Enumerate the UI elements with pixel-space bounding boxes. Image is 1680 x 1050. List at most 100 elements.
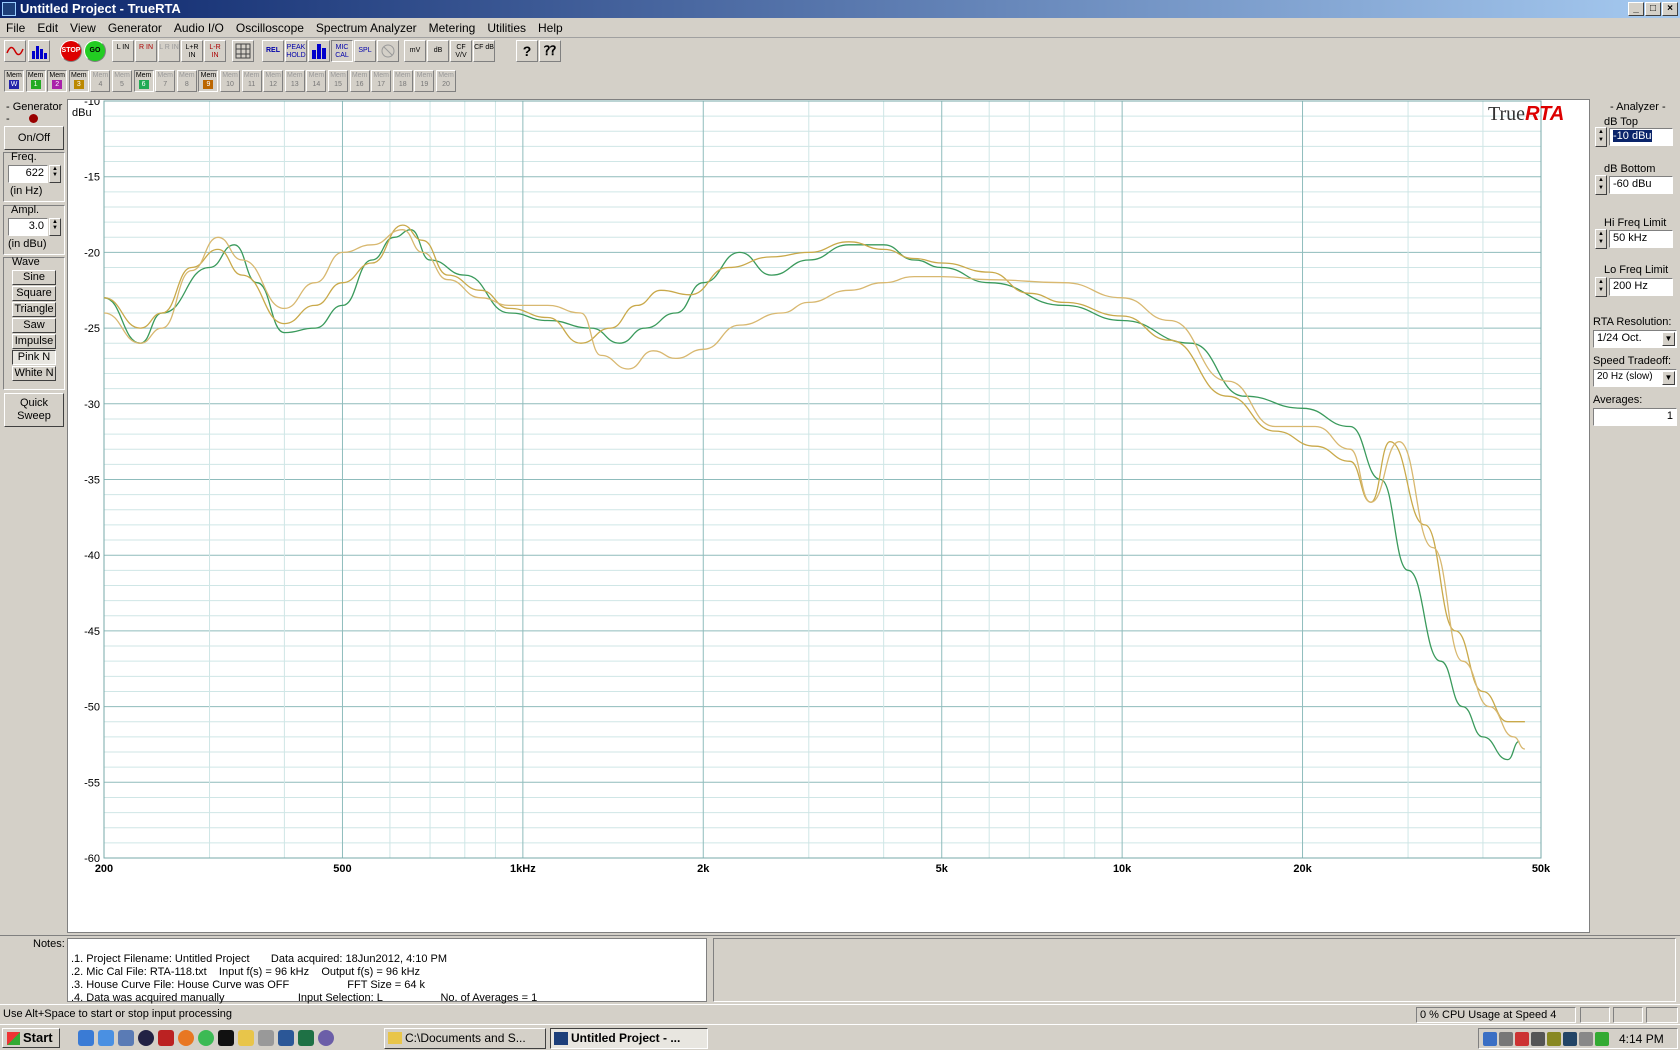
memory-slot-15-button[interactable]: Mem 15	[328, 70, 348, 92]
menu-edit[interactable]: Edit	[31, 18, 64, 35]
freq-spinner[interactable]: ▲ ▼	[49, 165, 61, 183]
ie-icon[interactable]	[78, 1030, 94, 1046]
help-icon[interactable]: ?	[516, 40, 538, 62]
memory-slot-1-button[interactable]: Mem 1	[25, 70, 46, 92]
word-icon[interactable]	[278, 1030, 294, 1046]
app-icon[interactable]	[158, 1030, 174, 1046]
wave-white-noise-button[interactable]: White N	[12, 366, 56, 381]
media-player-icon[interactable]	[138, 1030, 154, 1046]
generator-onoff-button[interactable]: On/Off	[4, 126, 64, 150]
menu-metering[interactable]: Metering	[423, 18, 482, 35]
clear-icon[interactable]	[377, 40, 399, 62]
explorer-icon[interactable]	[258, 1030, 274, 1046]
quick-sweep-button[interactable]: Quick Sweep	[4, 393, 64, 427]
chevron-down-icon[interactable]: ▼	[1662, 332, 1675, 346]
notes-textbox[interactable]: .1. Project Filename: Untitled Project D…	[67, 938, 707, 1004]
memory-slot-14-button[interactable]: Mem 14	[306, 70, 327, 92]
task-documents-folder[interactable]: C:\Documents and S...	[384, 1028, 546, 1049]
averages-input[interactable]: 1	[1593, 408, 1677, 426]
tray-security-icon[interactable]	[1515, 1032, 1529, 1046]
folder-icon[interactable]	[238, 1030, 254, 1046]
hi-freq-input[interactable]: 50 kHz	[1609, 230, 1673, 248]
lo-freq-input[interactable]: 200 Hz	[1609, 278, 1673, 296]
memory-slot-10-button[interactable]: Mem 10	[220, 70, 240, 92]
start-button[interactable]: Start	[2, 1028, 60, 1048]
memory-slot-9-button[interactable]: Mem 9	[198, 70, 219, 92]
lo-freq-spinner[interactable]: ▲ ▼	[1595, 277, 1607, 297]
memory-slot-7-button[interactable]: Mem 7	[155, 70, 176, 92]
lr-input-button[interactable]: L R IN	[158, 40, 180, 62]
menu-file[interactable]: File	[0, 18, 31, 35]
tray-settings-icon[interactable]	[1579, 1032, 1593, 1046]
memory-slot-12-button[interactable]: Mem 12	[263, 70, 284, 92]
hi-freq-spinner[interactable]: ▲ ▼	[1595, 229, 1607, 249]
menu-audio-io[interactable]: Audio I/O	[168, 18, 230, 35]
wave-triangle-button[interactable]: Triangle	[12, 302, 56, 317]
ie-alt-icon[interactable]	[98, 1030, 114, 1046]
tray-driver-icon[interactable]	[1563, 1032, 1577, 1046]
minimize-button[interactable]: _	[1628, 2, 1644, 16]
menu-help[interactable]: Help	[532, 18, 569, 35]
speed-tradeoff-select[interactable]: 20 Hz (slow) ▼	[1593, 369, 1677, 387]
db-bottom-spinner[interactable]: ▲ ▼	[1595, 175, 1607, 195]
memory-slot-11-button[interactable]: Mem 11	[241, 70, 262, 92]
db-top-input[interactable]: -10 dBu	[1609, 128, 1673, 146]
terminal-icon[interactable]	[218, 1030, 234, 1046]
wave-pink-noise-button[interactable]: Pink N	[12, 350, 56, 365]
l-minus-r-input-button[interactable]: L-R IN	[204, 40, 226, 62]
menu-spectrum-analyzer[interactable]: Spectrum Analyzer	[310, 18, 423, 35]
relative-button[interactable]: REL	[262, 40, 284, 62]
wave-saw-button[interactable]: Saw	[12, 318, 56, 333]
memory-slot-2-button[interactable]: Mem 2	[47, 70, 68, 92]
context-help-icon[interactable]: ⁇	[539, 40, 561, 62]
tray-update-icon[interactable]	[1595, 1032, 1609, 1046]
memory-slot-19-button[interactable]: Mem 19	[414, 70, 435, 92]
menu-view[interactable]: View	[64, 18, 102, 35]
l-plus-r-input-button[interactable]: L+R IN	[181, 40, 203, 62]
millivolt-button[interactable]: mV	[404, 40, 426, 62]
excel-icon[interactable]	[298, 1030, 314, 1046]
mic-cal-button[interactable]: MIC CAL	[331, 40, 353, 62]
chrome-icon[interactable]	[198, 1030, 214, 1046]
menu-oscilloscope[interactable]: Oscilloscope	[230, 18, 310, 35]
wave-impulse-button[interactable]: Impulse	[12, 334, 56, 349]
memory-slot-3-button[interactable]: Mem 3	[68, 70, 89, 92]
memory-slot-5-button[interactable]: Mem 5	[112, 70, 132, 92]
spectrum-icon[interactable]	[28, 40, 50, 62]
db-button[interactable]: dB	[427, 40, 449, 62]
bar-display-icon[interactable]	[308, 40, 330, 62]
peak-hold-button[interactable]: PEAK HOLD	[285, 40, 307, 62]
ampl-spinner[interactable]: ▲ ▼	[49, 218, 61, 236]
chevron-down-icon[interactable]: ▼	[1662, 371, 1675, 385]
memory-slot-20-button[interactable]: Mem 20	[436, 70, 456, 92]
tray-app-icon[interactable]	[1547, 1032, 1561, 1046]
go-button[interactable]: GO	[84, 40, 106, 62]
memory-slot-18-button[interactable]: Mem 18	[392, 70, 413, 92]
ampl-input[interactable]: 3.0	[8, 218, 48, 236]
right-input-button[interactable]: R IN	[135, 40, 157, 62]
memory-slot-16-button[interactable]: Mem 16	[349, 70, 370, 92]
grid-icon[interactable]	[232, 40, 254, 62]
rta-resolution-select[interactable]: 1/24 Oct. ▼	[1593, 330, 1677, 348]
tray-audio-icon[interactable]	[1531, 1032, 1545, 1046]
memory-slot-6-button[interactable]: Mem 6	[133, 70, 154, 92]
cf-vv-button[interactable]: CF V/V	[450, 40, 472, 62]
memory-slot-4-button[interactable]: Mem 4	[90, 70, 111, 92]
spl-button[interactable]: SPL	[354, 40, 376, 62]
network-icon[interactable]	[118, 1030, 134, 1046]
menu-utilities[interactable]: Utilities	[481, 18, 532, 35]
help-center-icon[interactable]	[318, 1030, 334, 1046]
db-bottom-input[interactable]: -60 dBu	[1609, 176, 1673, 194]
menu-generator[interactable]: Generator	[102, 18, 168, 35]
stop-button[interactable]: STOP	[60, 40, 82, 62]
db-top-spinner[interactable]: ▲ ▼	[1595, 127, 1607, 147]
cf-db-button[interactable]: CF dB	[473, 40, 495, 62]
tray-monitor-icon[interactable]	[1499, 1032, 1513, 1046]
wave-square-button[interactable]: Square	[12, 286, 56, 301]
maximize-button[interactable]: □	[1645, 2, 1661, 16]
memory-slot-8-button[interactable]: Mem 8	[176, 70, 197, 92]
tray-network-icon[interactable]	[1483, 1032, 1497, 1046]
close-button[interactable]: ×	[1662, 2, 1678, 16]
memory-slot-w-button[interactable]: Mem W	[4, 70, 24, 92]
left-input-button[interactable]: L IN	[112, 40, 134, 62]
